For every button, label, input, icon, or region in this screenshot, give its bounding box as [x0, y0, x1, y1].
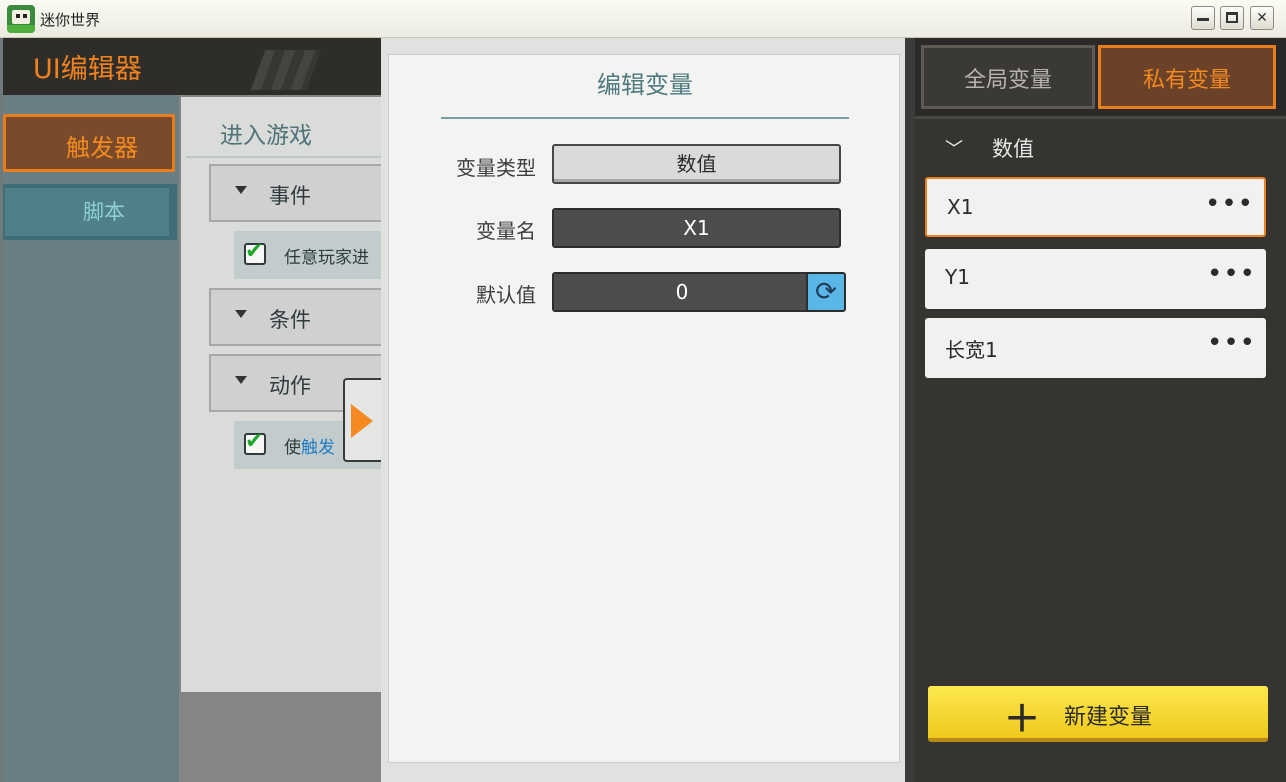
editor-header: UI编辑器 [3, 38, 381, 95]
caret-down-icon [235, 310, 247, 318]
divider [905, 38, 915, 782]
category-label: 数值 [992, 137, 1034, 161]
tab-script[interactable]: 脚本 [3, 184, 177, 240]
divider [915, 116, 1286, 119]
group-actions-label: 动作 [269, 374, 311, 398]
new-variable-button[interactable]: ＋ 新建变量 [928, 686, 1268, 742]
checkered-flag-decoration [250, 50, 322, 90]
reset-default-button[interactable]: ⟳ [806, 272, 846, 312]
variable-item-length-width[interactable]: 长宽1 ••• [925, 318, 1266, 378]
default-value-label: 默认值 [476, 283, 536, 307]
minimize-icon [1197, 18, 1209, 21]
tab-trigger[interactable]: 触发器 [3, 114, 175, 172]
chevron-down-icon: ﹀ [945, 139, 963, 160]
tab-global-variables-label: 全局变量 [963, 68, 1052, 93]
action-item-checkbox[interactable]: ✔ [244, 429, 266, 455]
trigger-name: 进入游戏 [220, 123, 312, 149]
event-item-label: 任意玩家进 [284, 248, 369, 268]
minimize-button[interactable] [1191, 6, 1215, 30]
variable-name: X1 [947, 195, 974, 219]
group-conditions[interactable]: 条件 [209, 288, 381, 346]
variable-name: Y1 [945, 265, 970, 289]
tab-script-label: 脚本 [83, 200, 125, 224]
variable-name: 长宽1 [945, 338, 998, 362]
caret-down-icon [235, 186, 247, 194]
variable-name-input[interactable]: X1 [552, 208, 841, 248]
variable-name-label: 变量名 [476, 219, 536, 243]
variable-item-x1[interactable]: X1 ••• [925, 177, 1266, 237]
tab-global-variables[interactable]: 全局变量 [921, 45, 1095, 109]
dialog-title: 编辑变量 [597, 71, 693, 99]
event-item[interactable]: ✔ 任意玩家进 [234, 231, 381, 279]
plus-icon: ＋ [1004, 699, 1041, 740]
variable-type-select[interactable]: 数值 [552, 144, 841, 184]
group-events[interactable]: 事件 [209, 164, 381, 222]
expand-panel-button[interactable] [343, 378, 383, 462]
variable-name-value: X1 [683, 216, 710, 240]
edit-variable-dialog: 编辑变量 变量类型 数值 变量名 X1 默认值 0 ⟳ [388, 54, 900, 763]
action-item-label: 使触发 [284, 438, 335, 458]
dialog-divider [441, 117, 849, 119]
play-arrow-icon [351, 404, 373, 438]
close-window-button[interactable]: ✕ [1250, 6, 1274, 30]
checkmark-icon: ✔ [245, 239, 264, 264]
group-events-label: 事件 [269, 184, 311, 208]
tab-private-variables[interactable]: 私有变量 [1098, 45, 1276, 109]
tab-private-variables-label: 私有变量 [1142, 68, 1231, 93]
divider [186, 156, 381, 158]
more-options-icon[interactable]: ••• [1205, 189, 1254, 219]
caret-down-icon [235, 376, 247, 384]
variable-item-y1[interactable]: Y1 ••• [925, 249, 1266, 309]
group-conditions-label: 条件 [269, 308, 311, 332]
more-options-icon[interactable]: ••• [1207, 328, 1256, 358]
window-titlebar: 迷你世界 ✕ [0, 0, 1286, 38]
variable-type-label: 变量类型 [456, 156, 536, 180]
variable-type-value: 数值 [676, 152, 717, 176]
maximize-icon [1226, 12, 1238, 23]
event-item-checkbox[interactable]: ✔ [244, 239, 266, 265]
refresh-icon: ⟳ [815, 277, 837, 307]
new-variable-label: 新建变量 [1064, 705, 1153, 730]
window-title: 迷你世界 [40, 11, 101, 29]
default-value-input[interactable]: 0 [552, 272, 812, 312]
app-logo-icon [7, 5, 35, 33]
tab-trigger-label: 触发器 [66, 134, 138, 162]
default-value-value: 0 [675, 280, 689, 304]
maximize-button[interactable] [1220, 6, 1244, 30]
close-icon: ✕ [1256, 10, 1268, 26]
variables-panel [915, 38, 1286, 782]
more-options-icon[interactable]: ••• [1207, 259, 1256, 289]
editor-title: UI编辑器 [33, 54, 142, 85]
checkmark-icon: ✔ [245, 429, 264, 454]
